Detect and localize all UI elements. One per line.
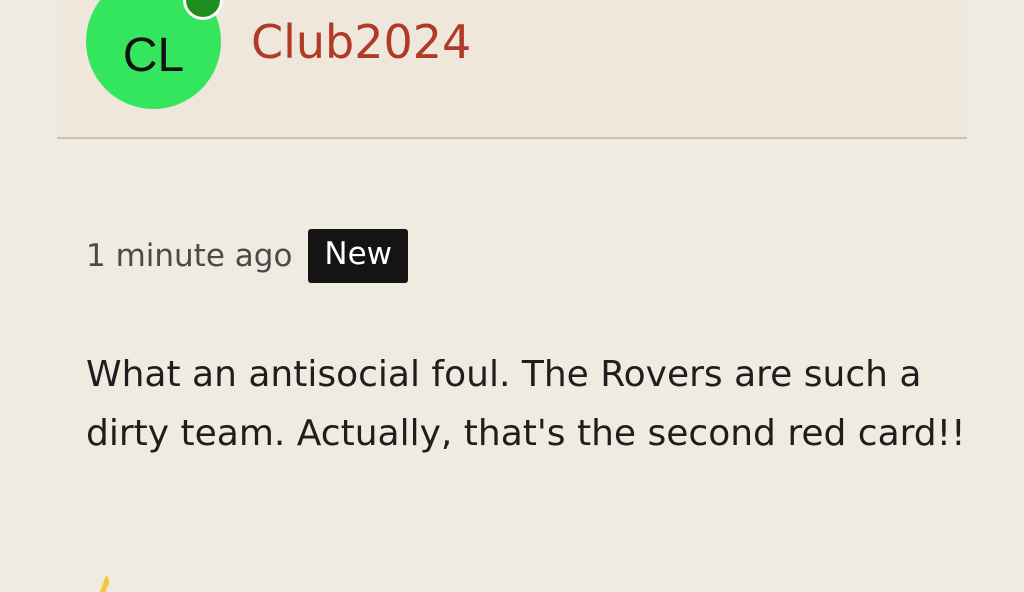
comment-page: CL Club2024 1 minute ago New What an ant… xyxy=(0,0,1024,592)
new-badge: New xyxy=(308,229,409,283)
avatar-initials: CL xyxy=(122,28,185,82)
username-link[interactable]: Club2024 xyxy=(251,14,471,70)
comment-text: What an antisocial foul. The Rovers are … xyxy=(86,354,966,454)
timestamp: 1 minute ago xyxy=(86,238,293,274)
thumbs-up-icon[interactable] xyxy=(96,575,114,592)
comment-meta: 1 minute ago New xyxy=(86,227,409,285)
